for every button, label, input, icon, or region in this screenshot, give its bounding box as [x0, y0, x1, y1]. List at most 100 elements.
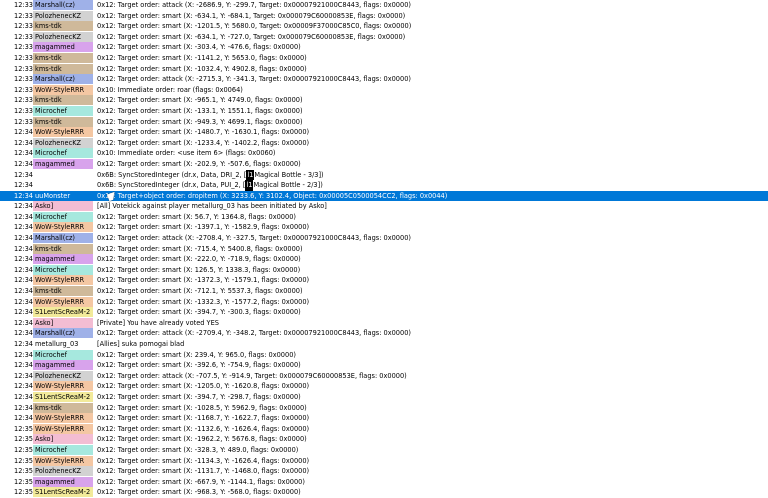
log-row[interactable]: 12:33 kms-tdk 0x12: Target order: smart (X…: [0, 63, 768, 75]
log-row[interactable]: 12:34 0x6B: SyncStoredInteger (dr.x, Data…: [0, 169, 768, 181]
log-row[interactable]: 12:34 metallurg_03 [Allies] suka pomogai b…: [0, 339, 768, 350]
row-timestamp: 12:33: [14, 53, 34, 62]
log-row[interactable]: 12:33 Marshall(cz) 0x12: Target order: att…: [0, 74, 768, 85]
log-row[interactable]: 12:34 0x6B: SyncStoredInteger (dr.x, Data…: [0, 180, 768, 191]
row-message-text: 0x12: Target order: smart (X: -634.1, Y:…: [97, 11, 406, 20]
row-timestamp: 12:34: [14, 265, 34, 274]
row-player-name: kms-tdk: [33, 52, 93, 63]
log-row[interactable]: 12:33 WoW-StyleRRR 0x10: Immediate order: …: [0, 84, 768, 96]
log-row[interactable]: 12:34 PolozhenecKZ 0x12: Target order: att…: [0, 370, 768, 382]
row-timestamp: 12:34: [14, 159, 34, 168]
row-message: 0x12: Target order: smart (X: -394.7, Y:…: [97, 307, 301, 318]
log-row[interactable]: 12:35 WoW-StyleRRR 0x12: Target order: sma…: [0, 423, 768, 435]
row-player-name: kms-tdk: [33, 95, 93, 106]
row-message-text: 0x12: Target order: smart (X: -634.1, Y:…: [97, 32, 406, 41]
log-row[interactable]: 12:33 kms-tdk 0x12: Target order: smart (X…: [0, 21, 768, 32]
row-player-name: uuMonster: [35, 191, 71, 200]
row-player-name: kms-tdk: [33, 402, 93, 413]
row-timestamp: 12:34: [14, 191, 34, 200]
row-timestamp: 12:35: [14, 488, 34, 497]
log-row[interactable]: 12:34 PolozhenecKZ 0x12: Target order: sma…: [0, 137, 768, 149]
log-row[interactable]: 12:34 WoW-StyleRRR 0x12: Target order: sma…: [0, 127, 768, 138]
log-row[interactable]: 12:34 Marshall(cz) 0x12: Target order: att…: [0, 328, 768, 339]
row-player-name: Asko]: [33, 434, 93, 445]
row-message-text: 0x12: Target order: smart (X: -1962.2, Y…: [97, 435, 307, 444]
log-row[interactable]: 12:34 S1LentScReaM-2 0x12: Target order: s…: [0, 307, 768, 318]
log-row[interactable]: 12:34 Microchef 0x12: Target order: smart …: [0, 264, 768, 276]
row-player-name: metallurg_03: [33, 339, 93, 349]
log-row[interactable]: 12:34 Asko] [Private] You have already vot…: [0, 317, 768, 329]
row-message-text: 0x12: Target order: attack (X: -2715.3, …: [97, 75, 411, 84]
row-message: 0x12: Target order: smart (X: -392.6, Y:…: [97, 360, 301, 371]
log-row[interactable]: 12:33 Microchef 0x12: Target order: smart …: [0, 105, 768, 117]
row-message: 0x12: Target order: smart (X: -667.9, Y:…: [97, 477, 305, 488]
row-player-name: Asko]: [33, 317, 93, 328]
log-row[interactable]: 12:34 magammed 0x12: Target order: smart (…: [0, 254, 768, 265]
log-row[interactable]: 12:34 magammed 0x12: Target order: smart (…: [0, 158, 768, 170]
row-player-name: Microchef: [33, 349, 93, 360]
row-message-text: 0x12: Target order: smart (X: -1201.5, Y…: [97, 22, 412, 31]
log-row[interactable]: 12:35 S1LentScReaM-2 0x12: Target order: s…: [0, 487, 768, 498]
row-timestamp: 12:33: [14, 117, 34, 126]
row-timestamp: 12:34: [14, 202, 34, 211]
row-player-name: Marshall(cz): [33, 0, 93, 10]
log-row[interactable]: 12:34 magammed 0x12: Target order: smart (…: [0, 360, 768, 371]
row-message-tail: Magical Bottle - 2/3]): [253, 181, 323, 190]
row-message: 0x12: Target order: smart (X: -1205.0, Y…: [97, 381, 309, 392]
log-row[interactable]: 12:34 Microchef 0x10: Immediate order: <us…: [0, 148, 768, 159]
row-timestamp: 12:34: [14, 414, 34, 423]
row-message-text: [Allies] suka pomogai blad: [97, 340, 185, 348]
log-row[interactable]: 12:34 Microchef 0x12: Target order: smart …: [0, 211, 768, 223]
row-player-name: Marshall(cz): [33, 233, 93, 244]
row-message: 0x12: Target order: smart (X: -1397.1, Y…: [97, 222, 309, 233]
log-row[interactable]: 12:34 Asko] [All] Votekick against player …: [0, 201, 768, 212]
log-row[interactable]: 12:33 PolozhenecKZ 0x12: Target order: sma…: [0, 10, 768, 22]
row-player-name: WoW-StyleRRR: [33, 423, 93, 434]
row-message-text: 0x12: Target order: smart (X: -712.1, Y:…: [97, 287, 303, 296]
row-timestamp: 12:33: [14, 1, 34, 9]
row-player-name: kms-tdk: [33, 21, 93, 32]
log-row[interactable]: 12:35 Asko] 0x12: Target order: smart (X: …: [0, 434, 768, 445]
log-row[interactable]: 12:33 kms-tdk 0x12: Target order: smart (X…: [0, 95, 768, 106]
row-message: 0x12: Target order: smart (X: -949.3, Y:…: [97, 117, 303, 128]
row-message: 0x12: Target order: smart (X: -133.1, Y:…: [97, 106, 303, 117]
log-row[interactable]: 12:34 WoW-StyleRRR 0x12: Target order: sma…: [0, 275, 768, 286]
row-timestamp: 12:35: [14, 467, 34, 476]
log-row[interactable]: 12:34 kms-tdk 0x12: Target order: smart (X…: [0, 402, 768, 414]
log-row[interactable]: 12:34 WoW-StyleRRR 0x12: Target order: sma…: [0, 296, 768, 308]
log-row[interactable]: 12:33 PolozhenecKZ 0x12: Target order: sma…: [0, 31, 768, 43]
row-message-text: [All] Votekick against player metallurg_…: [97, 202, 327, 211]
log-row[interactable]: 12:33 Marshall(cz) 0x12: Target order: att…: [0, 0, 768, 11]
row-message: 0x12: Target order: attack (X: -707.5, Y…: [97, 371, 407, 382]
log-row[interactable]: 12:34 Marshall(cz) 0x12: Target order: att…: [0, 233, 768, 244]
row-message: 0x12: Target order: smart (X: -1131.7, Y…: [97, 466, 309, 477]
row-message-text: 0x12: Target order: smart (X: -949.3, Y:…: [97, 117, 303, 126]
row-message-text: 0x12: Target order: smart (X: -1131.7, Y…: [97, 467, 310, 476]
row-message-text: 0x10: Immediate order: roar (flags: 0x00…: [97, 85, 243, 94]
log-row[interactable]: 12:33 kms-tdk 0x12: Target order: smart (X…: [0, 116, 768, 128]
row-player-name: PolozhenecKZ: [33, 137, 93, 148]
row-message-text: 0x12: Target order: smart (X: -394.7, Y:…: [97, 392, 301, 401]
log-row[interactable]: 12:35 PolozhenecKZ 0x12: Target order: sma…: [0, 466, 768, 477]
row-message-text: 0x12: Target order: smart (X: -1372.3, Y…: [97, 276, 310, 285]
row-message: 0x6B: SyncStoredInteger (dr.x, Data, PUI…: [97, 180, 323, 191]
row-player-name: Microchef: [33, 105, 93, 116]
chat-log-list[interactable]: 12:33 Marshall(cz) 0x12: Target order: att…: [0, 0, 768, 498]
row-timestamp: 12:34: [14, 361, 34, 370]
row-message-text: 0x12: Target order: smart (X: -202.9, Y:…: [97, 159, 301, 168]
row-player-name: WoW-StyleRRR: [33, 84, 93, 95]
log-row[interactable]: 12:34 Microchef 0x12: Target order: smart …: [0, 349, 768, 361]
log-row[interactable]: 12:33 magammed 0x12: Target order: smart (…: [0, 42, 768, 53]
log-row[interactable]: 12:33 kms-tdk 0x12: Target order: smart (X…: [0, 52, 768, 64]
log-row[interactable]: 12:34 kms-tdk 0x12: Target order: smart (X…: [0, 243, 768, 255]
log-row[interactable]: 12:34 WoW-StyleRRR 0x12: Target order: sma…: [0, 381, 768, 392]
log-row[interactable]: 12:34 kms-tdk 0x12: Target order: smart (X…: [0, 286, 768, 297]
log-row[interactable]: 12:34 WoW-StyleRRR 0x12: Target order: sma…: [0, 222, 768, 233]
log-row[interactable]: 12:35 WoW-StyleRRR 0x12: Target order: sma…: [0, 455, 768, 467]
log-row[interactable]: 12:35 Microchef 0x12: Target order: smart …: [0, 444, 768, 456]
row-message: 0x12: Target order: smart (X: -202.9, Y:…: [97, 159, 301, 170]
row-message-text: 0x12: Target order: smart (X: -968.3, Y:…: [97, 488, 301, 497]
log-row[interactable]: 12:34 S1LentScReaM-2 0x12: Target order: s…: [0, 391, 768, 403]
log-row[interactable]: 12:34 WoW-StyleRRR 0x12: Target order: sma…: [0, 413, 768, 424]
log-row[interactable]: 12:35 magammed 0x12: Target order: smart (…: [0, 476, 768, 488]
